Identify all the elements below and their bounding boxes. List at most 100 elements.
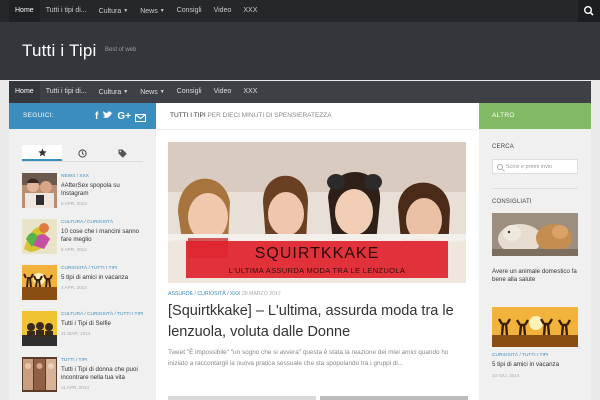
social-links: f G+ (95, 110, 146, 123)
post-thumbnail[interactable] (492, 213, 578, 256)
top-nav-cultura[interactable]: Cultura ▼ (93, 0, 135, 22)
chevron-down-icon: ▼ (159, 8, 165, 14)
consigliati-heading: CONSIGLIATI (492, 199, 532, 205)
top-nav-news[interactable]: News ▼ (134, 0, 170, 22)
list-item[interactable]: NEWS / XXX #AfterSex spopola su Instagra… (22, 173, 147, 209)
search-placeholder: Scrivi e premi invio (506, 164, 553, 170)
post-title[interactable]: 5 tipi di amici in vacanza (492, 361, 580, 369)
post-category[interactable]: CULTURA / CURIOSITÀ (61, 220, 113, 225)
divider (492, 188, 578, 189)
main-nav-tutti-i-tipi[interactable]: Tutti i tipi di... (40, 81, 93, 103)
right-sidebar: ALTRO CERCA Scrivi e premi invio CONSIGL… (479, 103, 591, 400)
breadcrumb-section[interactable]: TUTTI I TIPI (170, 112, 206, 119)
list-item[interactable]: CURIOSITÀ / TUTTI I TIPI 5 tipi di amici… (22, 265, 147, 301)
post-category[interactable]: CURIOSITÀ / TUTTI I TIPI (61, 266, 117, 271)
top-nav-label: Video (213, 7, 232, 14)
post-thumbnail[interactable] (22, 357, 57, 392)
breadcrumb: TUTTI I TIPI PER DIECI MINUTI DI SPENSIE… (170, 112, 332, 119)
main-nav-cultura[interactable]: Cultura ▼ (93, 81, 135, 103)
search-icon (497, 164, 503, 170)
site-tagline: Best of web (105, 47, 137, 53)
post-date: 10 GIU, 2014 (492, 373, 520, 378)
list-item[interactable]: CULTURA / CURIOSITÀ / TUTTI I TIPI Tutti… (22, 311, 147, 347)
top-nav-label: XXX (243, 7, 258, 14)
post-excerpt: Tweet "È impossibile" "un sogno che si a… (168, 349, 449, 367)
post-category[interactable]: TUTTI I TIPI (61, 358, 87, 363)
main-nav-news[interactable]: News ▼ (134, 81, 170, 103)
post-category[interactable]: NEWS / XXX (61, 174, 89, 179)
main-nav-label: News (140, 89, 158, 96)
star-icon (37, 148, 47, 156)
altro-bar: ALTRO (479, 103, 591, 129)
post-date: 31 MAR, 2014 (61, 331, 91, 336)
main-nav-label: XXX (243, 88, 258, 95)
main-nav-label: Tutti i tipi di... (45, 88, 87, 95)
mail-icon[interactable] (135, 113, 146, 122)
clock-icon (78, 148, 87, 158)
post-title[interactable]: 10 cose che i mancini sanno fare meglio (61, 228, 147, 245)
sidebar-tabs (22, 145, 143, 162)
post-thumbnail[interactable] (492, 307, 578, 347)
chevron-down-icon: ▼ (159, 89, 165, 95)
main-nav-home[interactable]: Home (9, 81, 40, 103)
top-bar: Home Tutti i tipi di... Cultura ▼ News ▼ C… (0, 0, 600, 22)
twitter-icon[interactable] (102, 110, 113, 123)
top-search-button[interactable] (578, 0, 600, 22)
main-nav-label: Video (213, 88, 232, 95)
post-headline[interactable]: [Squirtkkake] – L'ultima, assurda moda t… (168, 301, 468, 343)
top-nav-label: Consigli (176, 7, 202, 14)
post-meta: ASSURDE / CURIOSITÀ / XXX 28 MARZO 2017 (168, 291, 281, 297)
top-nav-consigli[interactable]: Consigli (171, 0, 208, 22)
post-thumbnail[interactable] (22, 265, 57, 300)
google-plus-icon[interactable]: G+ (117, 111, 131, 122)
next-post-thumbnail[interactable] (320, 396, 468, 400)
tab-popular[interactable] (22, 145, 63, 161)
breadcrumb-description: PER DIECI MINUTI DI SPENSIERATEZZA (207, 112, 332, 119)
main-nav-label: Consigli (176, 88, 202, 95)
main-nav-label: Home (15, 88, 34, 95)
post-date: 11 APR, 2014 (61, 385, 90, 390)
top-nav-label: Tutti i tipi di... (45, 7, 87, 14)
post-category[interactable]: ASSURDE / CURIOSITÀ / XXX (168, 291, 240, 297)
tag-icon (118, 149, 127, 158)
featured-image[interactable]: SQUIRTKKAKE L'ULTIMA ASSURDA MODA TRA LE… (168, 142, 466, 283)
tab-tags[interactable] (103, 145, 143, 161)
search-icon (583, 5, 594, 16)
search-input[interactable]: Scrivi e premi invio (492, 159, 578, 174)
list-item[interactable]: CULTURA / CURIOSITÀ 10 cose che i mancin… (22, 219, 147, 255)
top-nav-video[interactable]: Video (208, 0, 238, 22)
post-category[interactable]: CULTURA / CURIOSITÀ / TUTTI I TIPI (61, 312, 143, 317)
top-nav-label: Cultura (98, 8, 122, 15)
follow-bar: SEGUICI: f G+ (9, 103, 156, 129)
site-title[interactable]: Tutti i Tipi (22, 41, 97, 61)
post-category[interactable]: CURIOSITÀ / TUTTI I TIPI (492, 353, 548, 358)
sidebar-post-list: NEWS / XXX #AfterSex spopola su Instagra… (22, 173, 147, 400)
main-nav-label: Cultura (98, 89, 122, 96)
next-post-thumbnail[interactable] (168, 396, 316, 400)
main-nav-consigli[interactable]: Consigli (171, 81, 208, 103)
site-header: Tutti i Tipi Best of web (0, 22, 600, 80)
left-sidebar: SEGUICI: f G+ NEWS / XXX #AfterSex spopo… (9, 103, 156, 400)
post-thumbnail[interactable] (22, 219, 57, 254)
post-title[interactable]: Avere un animale domestico fa bene alla … (492, 268, 580, 285)
tab-recent[interactable] (62, 145, 102, 161)
follow-label: SEGUICI: (23, 112, 54, 119)
chevron-down-icon: ▼ (123, 89, 129, 95)
top-nav-label: News (140, 8, 158, 15)
post-date: 5 APR, 2014 (61, 247, 87, 252)
main-nav-xxx[interactable]: XXX (237, 81, 263, 103)
facebook-icon[interactable]: f (95, 111, 98, 122)
post-title[interactable]: Tutti i Tipi di Selfie (61, 320, 147, 328)
top-nav-xxx[interactable]: XXX (237, 0, 263, 22)
post-title[interactable]: #AfterSex spopola su Instagram (61, 182, 147, 199)
main-content: TUTTI I TIPI PER DIECI MINUTI DI SPENSIE… (156, 103, 479, 400)
list-item[interactable]: TUTTI I TIPI Tutti i Tipi di donna che p… (22, 357, 147, 393)
post-title[interactable]: Tutti i Tipi di donna che puoi incontrar… (61, 366, 147, 383)
post-thumbnail[interactable] (22, 173, 57, 208)
top-nav-tutti-i-tipi[interactable]: Tutti i tipi di... (40, 0, 93, 22)
post-thumbnail[interactable] (22, 311, 57, 346)
post-title[interactable]: 5 tipi di amici in vacanza (61, 274, 147, 282)
top-nav-home[interactable]: Home (9, 0, 40, 22)
post-date: 4 APR, 2014 (61, 285, 87, 290)
main-nav-video[interactable]: Video (208, 81, 238, 103)
